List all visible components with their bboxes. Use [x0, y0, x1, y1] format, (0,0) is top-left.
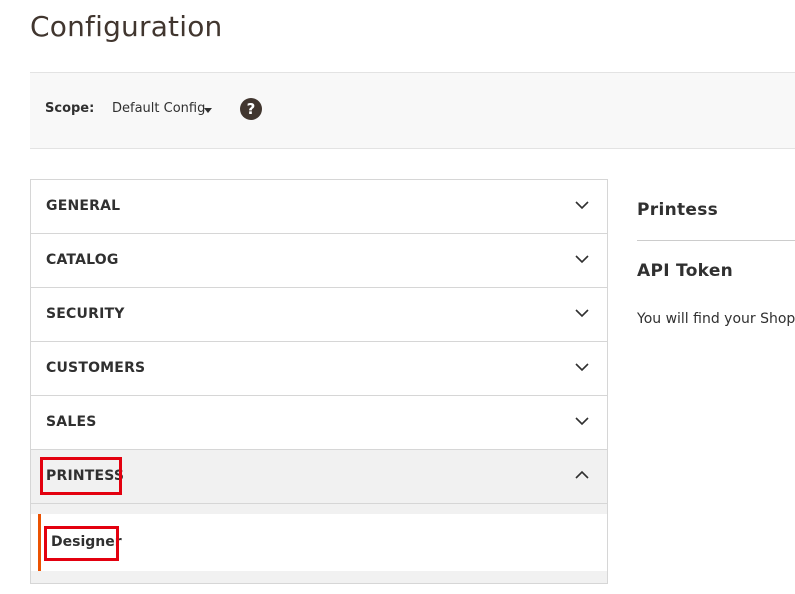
tab-label: CATALOG: [46, 252, 119, 268]
tab-label: SECURITY: [46, 306, 125, 322]
chevron-up-icon: [575, 470, 589, 479]
chevron-down-icon: [575, 201, 589, 210]
divider: [637, 240, 795, 241]
tab-label: CUSTOMERS: [46, 360, 146, 376]
question-icon[interactable]: ?: [240, 98, 262, 120]
group-title[interactable]: API Token: [637, 261, 795, 281]
config-content: Printess API Token You will find your Sh…: [637, 180, 795, 327]
tab-sales[interactable]: SALES: [31, 396, 607, 450]
section-title[interactable]: Printess: [637, 200, 795, 220]
chevron-down-icon: [575, 417, 589, 426]
submenu-top-spacer: [31, 504, 607, 514]
tab-label: GENERAL: [46, 198, 121, 214]
submenu-item-designer[interactable]: Designer: [38, 514, 607, 571]
page-title: Configuration: [30, 10, 223, 43]
tab-customers[interactable]: CUSTOMERS: [31, 342, 607, 396]
scope-dropdown[interactable]: Default Config: [112, 101, 205, 116]
chevron-down-icon: [575, 255, 589, 264]
tab-printess[interactable]: PRINTESS: [31, 450, 607, 504]
tab-general[interactable]: GENERAL: [31, 180, 607, 234]
submenu-bottom-spacer: [31, 571, 607, 584]
scope-label: Scope:: [45, 101, 95, 116]
chevron-down-icon: [575, 309, 589, 318]
caret-down-icon[interactable]: [204, 108, 212, 113]
tab-security[interactable]: SECURITY: [31, 288, 607, 342]
submenu-item-label: Designer: [51, 534, 122, 550]
tab-label: SALES: [46, 414, 97, 430]
tab-label: PRINTESS: [46, 468, 125, 484]
scope-bar: Scope: Default Config ?: [30, 72, 795, 149]
tab-catalog[interactable]: CATALOG: [31, 234, 607, 288]
chevron-down-icon: [575, 363, 589, 372]
description-text: You will find your Shop- a: [637, 311, 795, 327]
config-tabs: GENERAL CATALOG SECURITY CUSTOMERS SALES…: [30, 179, 608, 584]
